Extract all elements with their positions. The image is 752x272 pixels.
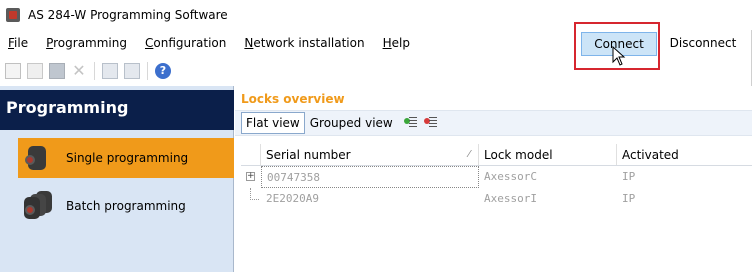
- menu-label: rogramming: [53, 36, 127, 50]
- app-window: AS 284-W Programming Software File Progr…: [0, 0, 752, 272]
- save-icon[interactable]: [49, 63, 65, 79]
- sidebar-header: Programming: [0, 90, 234, 130]
- table-row[interactable]: 2E2020A9 AxessorI IP: [241, 188, 752, 210]
- row-expander[interactable]: +: [241, 166, 261, 188]
- single-lock-icon: [24, 143, 54, 173]
- toolbar: ✕ ?: [0, 56, 752, 86]
- menu-network-installation[interactable]: Network installation: [235, 33, 373, 53]
- app-icon: [6, 8, 20, 22]
- add-column-icon[interactable]: [403, 116, 418, 130]
- cell-serial-number: 2E2020A9: [266, 192, 319, 205]
- open-folder-icon[interactable]: [27, 63, 43, 79]
- menu-accel: H: [382, 36, 392, 50]
- help-icon[interactable]: ?: [155, 63, 171, 79]
- panel-title: Locks overview: [241, 92, 345, 106]
- view-toolbar: Flat view Grouped view: [235, 110, 752, 136]
- expander-header: [241, 144, 261, 165]
- remove-column-icon[interactable]: [423, 116, 438, 130]
- batch-locks-icon: [24, 191, 54, 221]
- sort-indicator-icon: ⁄: [468, 149, 470, 160]
- sidebar-item-label: Single programming: [66, 151, 189, 165]
- cell-serial-number: 00747358: [261, 166, 479, 188]
- delete-icon[interactable]: ✕: [71, 63, 87, 79]
- table-row[interactable]: + 00747358 AxessorC IP: [241, 166, 752, 188]
- row-tree-connector: [241, 188, 261, 210]
- sidebar-header-label: Programming: [6, 98, 129, 117]
- new-document-icon[interactable]: [5, 63, 21, 79]
- disconnect-button[interactable]: Disconnect: [662, 32, 744, 56]
- column-header-serial-number[interactable]: Serial number ⁄: [261, 144, 479, 165]
- window-title: AS 284-W Programming Software: [28, 8, 228, 22]
- column-label: Lock model: [484, 148, 553, 162]
- sidebar-item-single-programming[interactable]: Single programming: [18, 138, 234, 178]
- toolbar-separator: [94, 62, 95, 80]
- menu-programming[interactable]: Programming: [37, 33, 136, 53]
- sidebar-item-batch-programming[interactable]: Batch programming: [18, 186, 234, 226]
- column-header-lock-model[interactable]: Lock model: [479, 144, 617, 165]
- upload-icon[interactable]: [124, 63, 140, 79]
- tab-flat-view[interactable]: Flat view: [241, 112, 305, 134]
- toolbar-separator: [147, 62, 148, 80]
- cell-activated: IP: [622, 192, 636, 205]
- download-icon[interactable]: [102, 63, 118, 79]
- sidebar-item-label: Batch programming: [66, 199, 186, 213]
- locks-overview-panel: Locks overview Flat view Grouped view Se…: [235, 86, 752, 272]
- menu-label: elp: [391, 36, 410, 50]
- cell-lock-model: AxessorC: [484, 170, 537, 183]
- menu-help[interactable]: Help: [374, 33, 419, 53]
- cell-lock-model: AxessorI: [484, 192, 537, 205]
- expand-plus-icon[interactable]: +: [246, 172, 255, 181]
- locks-table: Serial number ⁄ Lock model Activated + 0…: [241, 144, 752, 210]
- menu-file[interactable]: File: [0, 33, 37, 53]
- menu-label: ile: [14, 36, 29, 50]
- table-header: Serial number ⁄ Lock model Activated: [241, 144, 752, 166]
- tab-grouped-view[interactable]: Grouped view: [305, 112, 398, 134]
- column-header-activated[interactable]: Activated: [617, 144, 752, 165]
- menu-configuration[interactable]: Configuration: [136, 33, 235, 53]
- column-label: Serial number: [266, 148, 351, 162]
- menu-label: etwork installation: [253, 36, 365, 50]
- sidebar: Programming Single programming Batch pro…: [0, 86, 234, 272]
- column-label: Activated: [622, 148, 679, 162]
- cell-activated: IP: [622, 170, 636, 183]
- menu-label: onfiguration: [153, 36, 227, 50]
